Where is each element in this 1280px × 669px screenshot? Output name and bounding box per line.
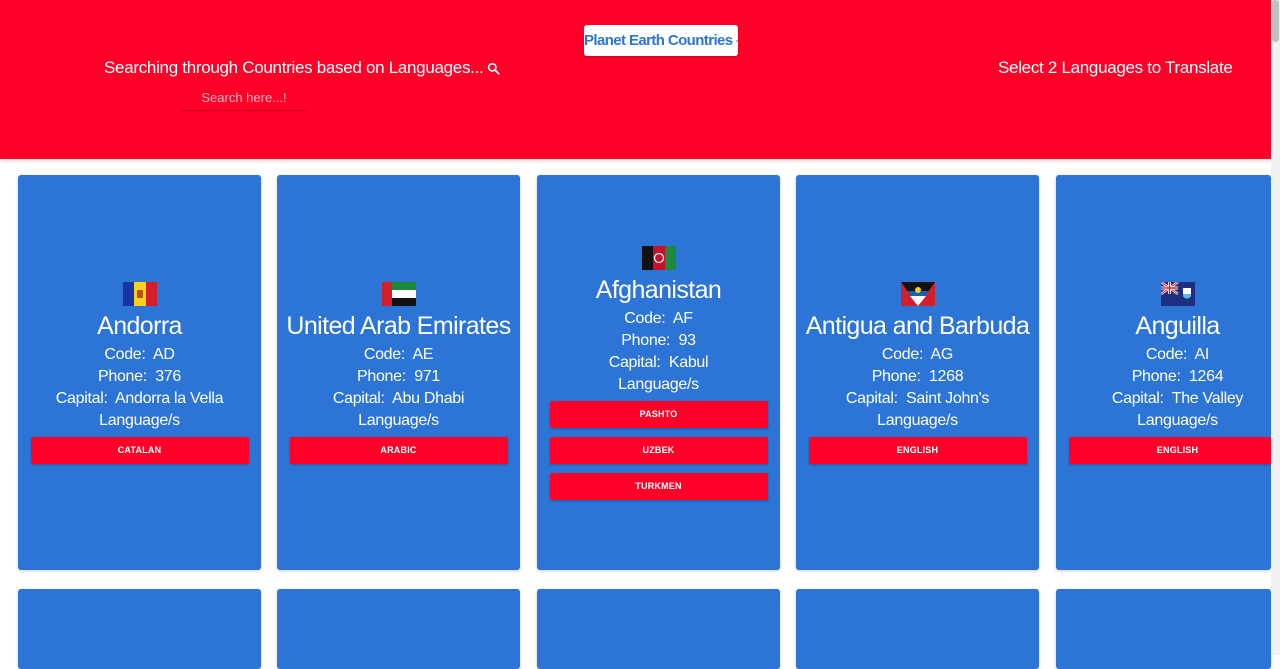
country-phone-label: Phone: <box>1132 368 1181 385</box>
country-code: Code: AF <box>624 308 692 330</box>
country-capital-value: Kabul <box>669 354 708 371</box>
country-capital: Capital: Kabul <box>609 352 709 374</box>
country-name: Antigua and Barbuda <box>806 308 1030 344</box>
language-list: CATALAN <box>31 428 249 464</box>
country-capital-value: Saint John's <box>906 390 989 407</box>
country-card[interactable] <box>537 589 780 669</box>
language-button[interactable]: UZBEK <box>550 437 768 464</box>
country-name: Afghanistan <box>596 272 721 308</box>
country-capital-label: Capital: <box>1112 390 1164 407</box>
search-heading: Searching through Countries based on Lan… <box>104 58 500 78</box>
country-code-value: AD <box>153 346 175 363</box>
country-name: Andorra <box>97 308 182 344</box>
logo-text: Planet Earth Countries <box>584 32 733 49</box>
country-card[interactable] <box>277 589 520 669</box>
country-phone-label: Phone: <box>357 368 406 385</box>
card-content: AnguillaCode: AIPhone: 1264Capital: The … <box>1056 282 1280 464</box>
search-heading-text: Searching through Countries based on Lan… <box>104 58 483 78</box>
country-code-label: Code: <box>1146 346 1187 363</box>
country-capital: Capital: Saint John's <box>846 388 989 410</box>
card-content: United Arab EmiratesCode: AEPhone: 971Ca… <box>277 282 520 464</box>
country-card[interactable]: Antigua and BarbudaCode: AGPhone: 1268Ca… <box>796 175 1039 570</box>
country-code: Code: AI <box>1146 344 1209 366</box>
country-capital-label: Capital: <box>609 354 661 371</box>
country-capital-value: Abu Dhabi <box>392 390 464 407</box>
country-code: Code: AD <box>104 344 174 366</box>
country-name: United Arab Emirates <box>286 308 510 344</box>
language-list: ENGLISH <box>809 428 1027 464</box>
country-phone-label: Phone: <box>98 368 147 385</box>
country-capital-label: Capital: <box>846 390 898 407</box>
language-button[interactable]: TURKMEN <box>550 473 768 500</box>
language-list: ARABIC <box>290 428 508 464</box>
language-button[interactable]: ARABIC <box>290 437 508 464</box>
anguilla-flag-icon <box>1161 282 1195 306</box>
country-phone-label: Phone: <box>621 332 670 349</box>
card-content: AfghanistanCode: AFPhone: 93Capital: Kab… <box>537 246 780 500</box>
app-header: Searching through Countries based on Lan… <box>0 0 1271 159</box>
country-phone-value: 93 <box>679 332 696 349</box>
country-card[interactable]: United Arab EmiratesCode: AEPhone: 971Ca… <box>277 175 520 570</box>
antigua-flag-icon <box>901 282 935 306</box>
country-code-label: Code: <box>104 346 145 363</box>
country-capital: Capital: The Valley <box>1112 388 1243 410</box>
country-capital-value: Andorra la Vella <box>115 390 223 407</box>
country-card[interactable] <box>1056 589 1271 669</box>
card-content: AndorraCode: ADPhone: 376Capital: Andorr… <box>18 282 261 464</box>
country-capital-value: The Valley <box>1172 390 1243 407</box>
country-capital: Capital: Abu Dhabi <box>333 388 464 410</box>
translate-selector[interactable]: Select 2 Languages to Translate <box>998 58 1233 78</box>
country-code: Code: AG <box>882 344 953 366</box>
country-phone-value: 1264 <box>1189 368 1223 385</box>
country-name: Anguilla <box>1135 308 1219 344</box>
language-list: PASHTO UZBEK TURKMEN <box>550 392 768 500</box>
globe-icon <box>736 31 739 51</box>
country-capital: Capital: Andorra la Vella <box>56 388 223 410</box>
country-phone-value: 971 <box>414 368 440 385</box>
afghanistan-flag-icon <box>642 246 676 270</box>
uae-flag-icon <box>382 282 416 306</box>
language-button[interactable]: PASHTO <box>550 401 768 428</box>
andorra-flag-icon <box>123 282 157 306</box>
app-logo[interactable]: Planet Earth Countries <box>584 25 738 56</box>
country-card[interactable]: AndorraCode: ADPhone: 376Capital: Andorr… <box>18 175 261 570</box>
country-code-value: AI <box>1195 346 1210 363</box>
country-capital-label: Capital: <box>56 390 108 407</box>
country-phone: Phone: 1268 <box>872 366 964 388</box>
language-button[interactable]: ENGLISH <box>1069 437 1280 464</box>
country-code: Code: AE <box>364 344 433 366</box>
search-input[interactable] <box>181 84 307 111</box>
country-phone: Phone: 93 <box>621 330 695 352</box>
country-card[interactable] <box>18 589 261 669</box>
country-code-label: Code: <box>364 346 405 363</box>
country-phone-value: 376 <box>155 368 181 385</box>
search-icon[interactable] <box>487 62 500 75</box>
country-code-label: Code: <box>624 310 665 327</box>
language-button[interactable]: ENGLISH <box>809 437 1027 464</box>
country-card[interactable] <box>796 589 1039 669</box>
country-capital-label: Capital: <box>333 390 385 407</box>
language-list: ENGLISH <box>1069 428 1280 464</box>
card-content: Antigua and BarbudaCode: AGPhone: 1268Ca… <box>796 282 1039 464</box>
country-phone: Phone: 971 <box>357 366 440 388</box>
country-card[interactable]: AnguillaCode: AIPhone: 1264Capital: The … <box>1056 175 1271 570</box>
language-button[interactable]: CATALAN <box>31 437 249 464</box>
country-card[interactable]: AfghanistanCode: AFPhone: 93Capital: Kab… <box>537 175 780 570</box>
country-phone-value: 1268 <box>929 368 963 385</box>
country-code-value: AG <box>931 346 954 363</box>
country-phone-label: Phone: <box>872 368 921 385</box>
country-phone: Phone: 1264 <box>1132 366 1224 388</box>
scrollbar-thumb[interactable] <box>1272 0 1279 42</box>
country-code-label: Code: <box>882 346 923 363</box>
vertical-scrollbar[interactable] <box>1271 0 1280 655</box>
country-code-value: AE <box>412 346 433 363</box>
country-code-value: AF <box>673 310 693 327</box>
country-phone: Phone: 376 <box>98 366 181 388</box>
